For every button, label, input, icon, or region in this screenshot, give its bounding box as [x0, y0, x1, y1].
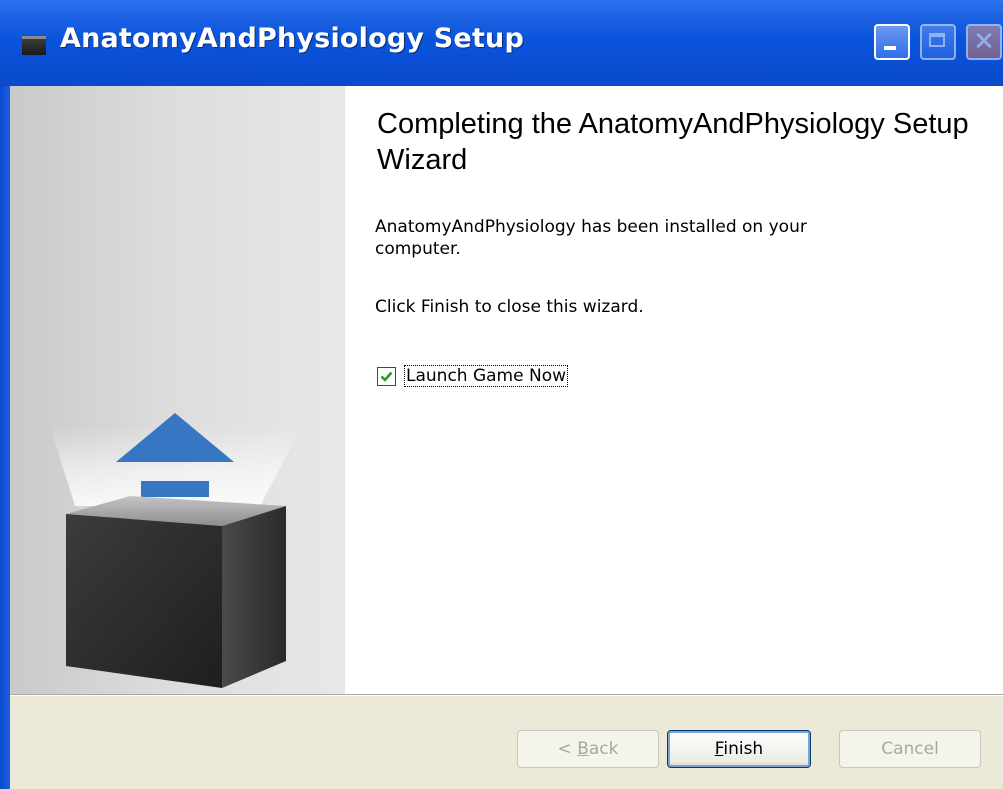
close-icon: ✕: [973, 27, 995, 57]
minimize-icon: [876, 26, 908, 58]
title-bar[interactable]: AnatomyAndPhysiology Setup ✕: [0, 0, 1003, 86]
back-button[interactable]: < Back: [517, 730, 659, 768]
page-title: Completing the AnatomyAndPhysiology Setu…: [377, 108, 969, 176]
back-label-rest: ack: [588, 739, 619, 759]
close-button: ✕: [966, 24, 1002, 60]
wizard-content: Completing the AnatomyAndPhysiology Setu…: [345, 86, 1003, 694]
minimize-button[interactable]: [874, 24, 910, 60]
finish-button[interactable]: Finish: [667, 730, 811, 768]
back-accelerator: B: [577, 739, 589, 759]
finish-label-rest: inish: [723, 739, 764, 759]
wizard-banner: [10, 86, 345, 694]
installer-box-icon: [22, 36, 46, 55]
back-prefix: <: [557, 739, 578, 759]
window-title: AnatomyAndPhysiology Setup: [60, 23, 525, 54]
launch-game-checkbox[interactable]: [377, 367, 396, 386]
install-box-illustration: [50, 413, 302, 688]
window-frame-left: [0, 86, 10, 789]
footer-separator: [10, 694, 1003, 696]
installed-message: AnatomyAndPhysiology has been installed …: [375, 217, 807, 259]
cancel-button[interactable]: Cancel: [839, 730, 981, 768]
box-front: [66, 514, 222, 688]
maximize-icon: [922, 26, 954, 58]
maximize-button: [920, 24, 956, 60]
arrow-bar: [141, 481, 209, 497]
finish-hint: Click Finish to close this wizard.: [375, 297, 644, 317]
launch-game-label[interactable]: Launch Game Now: [404, 365, 568, 387]
checkmark-icon: [380, 371, 393, 382]
box-side: [222, 506, 286, 688]
setup-window: AnatomyAndPhysiology Setup ✕ Completing …: [0, 0, 1003, 789]
